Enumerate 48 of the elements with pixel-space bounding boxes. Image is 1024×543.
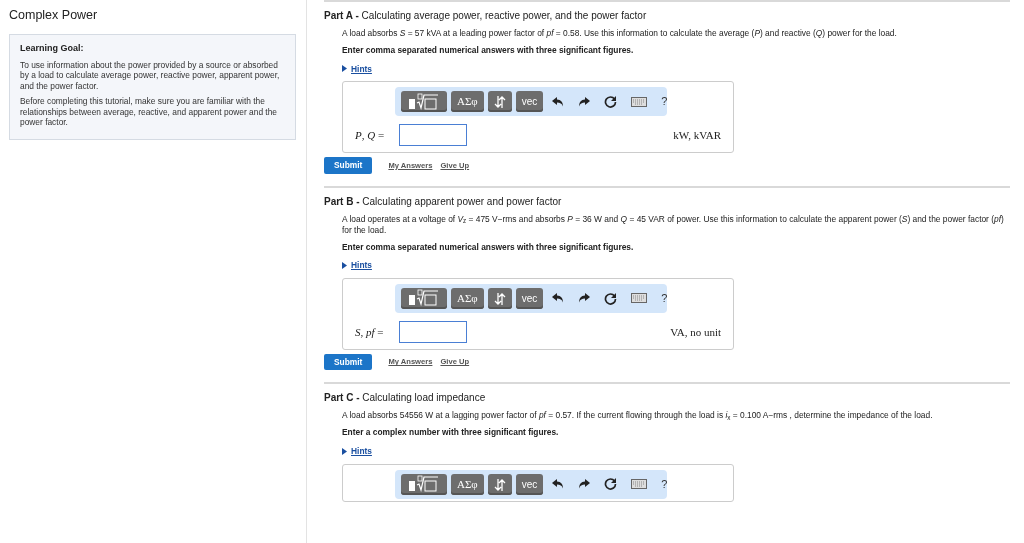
answer-field[interactable] [399, 320, 467, 343]
expand-triangle-icon[interactable] [342, 65, 347, 73]
goal-heading: Learning Goal: [20, 42, 85, 54]
part-heading: Part B - Calculating apparent power and power factor [324, 194, 563, 209]
goal-paragraph: Before completing this tutorial, make sure you are familiar with the relationships between average, reactive, and apparent power and the power factor. [20, 96, 278, 128]
units-label: VA, no unit [670, 324, 721, 340]
arrows-button[interactable] [487, 287, 512, 309]
part-heading: Part A - Calculating average power, reactive power, and the power factor [324, 9, 648, 23]
radical-icon [407, 92, 441, 111]
problem-text: A load operates at a voltage of V$_{z}$ = 475 V−rms and absorbs P = 36 W and Q = 45 VAR of power. Use this information to calculate the apparent power (S) and the power factor (pf) for the load. [342, 213, 1005, 236]
template-button[interactable] [401, 91, 447, 113]
vector-button[interactable]: vec [515, 91, 544, 113]
up-down-arrows-icon [493, 477, 506, 492]
arrows-button[interactable] [487, 473, 512, 495]
instruction-text: Enter a complex number with three significant figures. [342, 426, 560, 439]
answer-label: S, pf = [355, 324, 385, 340]
answer-label: P, Q = [355, 127, 386, 143]
instruction-text: Enter comma separated numerical answers with three significant figures. [342, 43, 635, 57]
vector-button[interactable]: vec [515, 473, 544, 495]
submit-button[interactable]: Submit [324, 353, 373, 371]
radical-icon [407, 475, 441, 494]
submit-button[interactable]: Submit [324, 157, 373, 174]
help-button[interactable]: ? [656, 475, 673, 493]
up-down-arrows-icon [493, 95, 506, 110]
symbols-button[interactable]: ΑΣφ [451, 91, 484, 113]
symbols-button[interactable]: ΑΣφ [451, 287, 484, 309]
template-button[interactable] [401, 473, 447, 495]
answer-field[interactable] [399, 124, 467, 147]
page-title: Complex Power [9, 7, 99, 24]
help-button[interactable]: ? [656, 290, 673, 307]
radical-icon [407, 289, 441, 308]
part-heading: Part C - Calculating load impedance [324, 391, 487, 406]
problem-text: A load absorbs 54556 W at a lagging power factor of pf = 0.57. If the current flowing through the load is i$_{x}$ = 0.100 A−rms , determine the impedance of the load. [342, 410, 934, 422]
arrows-button[interactable] [487, 91, 512, 113]
symbols-button[interactable]: ΑΣφ [451, 473, 484, 495]
expand-triangle-icon[interactable] [342, 262, 347, 269]
vector-button[interactable]: vec [515, 287, 544, 309]
goal-paragraph: To use information about the power provided by a source or absorbed by a load to calculate average power, reactive power, apparent power, and the power factor. [20, 59, 281, 92]
problem-text: A load absorbs S = 57 kVA at a leading power factor of pf = 0.58. Use this information to calculate the average (P) and reactive (Q) power for the load. [342, 28, 898, 39]
hints-link[interactable]: Hints [351, 444, 372, 458]
help-button[interactable]: ? [656, 93, 673, 110]
units-label: kW, kVAR [673, 127, 721, 143]
hints-link[interactable]: Hints [351, 62, 372, 76]
hints-link[interactable]: Hints [351, 259, 372, 272]
instruction-text: Enter comma separated numerical answers with three significant figures. [342, 240, 635, 254]
template-button[interactable] [401, 287, 447, 309]
expand-triangle-icon[interactable] [342, 447, 347, 455]
up-down-arrows-icon [493, 292, 506, 306]
